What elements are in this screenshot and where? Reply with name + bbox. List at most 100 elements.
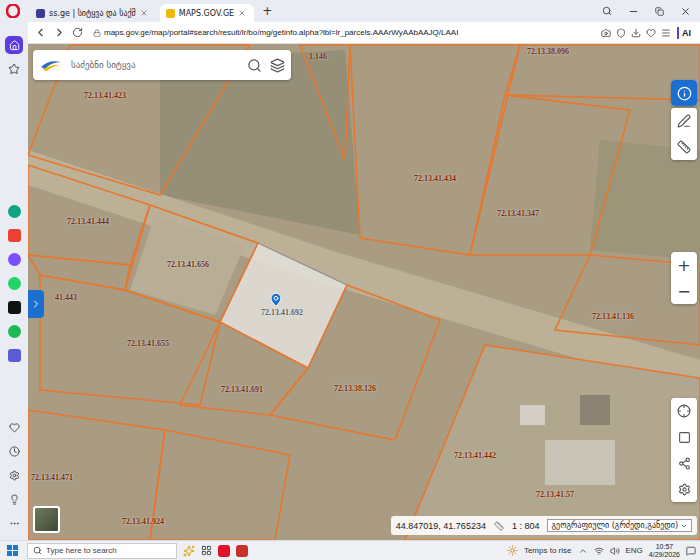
parcel-boundary[interactable]	[28, 165, 150, 265]
wps-taskbar-button[interactable]	[236, 545, 248, 557]
sidebar-item[interactable]	[5, 226, 23, 244]
area-icon	[678, 431, 691, 444]
task-view-button[interactable]	[201, 545, 212, 556]
network-button[interactable]	[594, 546, 604, 556]
tab-search-button[interactable]	[596, 6, 618, 16]
back-button[interactable]	[34, 26, 47, 39]
tray-expand-button[interactable]	[578, 546, 588, 556]
restore-icon	[655, 7, 664, 16]
sidebar-item[interactable]	[5, 274, 23, 292]
browser-tab[interactable]: MAPS.GOV.GE	[160, 4, 254, 22]
clock[interactable]: 10:574/29/2026	[649, 543, 680, 559]
map-tool-group	[671, 108, 697, 160]
parcel-boundary[interactable]	[300, 45, 350, 160]
locate-button[interactable]	[671, 398, 697, 424]
coordinates: 44.847019, 41.765234	[396, 521, 486, 531]
parcel-boundary[interactable]	[28, 410, 165, 540]
panel-toggle[interactable]	[28, 290, 44, 318]
settings-button[interactable]	[671, 476, 697, 502]
chevron-right-icon	[30, 298, 42, 310]
reload-button[interactable]	[72, 27, 83, 38]
notifications-button[interactable]	[686, 546, 696, 556]
sidebar-item[interactable]	[5, 36, 23, 54]
sidebar-item[interactable]	[5, 322, 23, 340]
settings-button[interactable]	[5, 466, 23, 484]
parcel-boundary[interactable]	[350, 45, 520, 255]
parcel-boundary[interactable]	[28, 255, 130, 290]
map[interactable]: 1.14672.13.41.42372.13.38.09672.13.41.43…	[28, 44, 700, 540]
parcel-label: 72.13.41.924	[122, 517, 164, 526]
share-icon	[678, 457, 691, 470]
gear-icon	[678, 483, 691, 496]
wifi-icon	[594, 546, 604, 556]
close-tab-icon[interactable]	[238, 9, 246, 17]
close-button[interactable]	[674, 6, 696, 17]
zoom-out-button[interactable]: −	[671, 278, 697, 304]
sidebar-item[interactable]	[5, 60, 23, 78]
map-tool-button[interactable]	[671, 134, 697, 160]
parcel-boundary[interactable]	[150, 430, 290, 540]
star-icon	[8, 63, 20, 75]
minimize-button[interactable]	[622, 6, 644, 17]
download-icon[interactable]	[631, 28, 641, 38]
search-box[interactable]: საძებნი სიტყვა	[33, 50, 291, 80]
forward-button[interactable]	[53, 26, 66, 39]
search-icon	[33, 546, 42, 555]
map-tool-button[interactable]	[671, 80, 697, 106]
opera-logo[interactable]	[0, 4, 26, 18]
more-button[interactable]	[5, 514, 23, 532]
tab-label: MAPS.GOV.GE	[179, 9, 234, 18]
parcel-boundary[interactable]	[470, 95, 630, 255]
opera-icon	[218, 545, 230, 557]
tips-button[interactable]	[5, 490, 23, 508]
measure-area-button[interactable]	[671, 424, 697, 450]
player-icon	[8, 349, 21, 362]
sidebar-item[interactable]	[5, 298, 23, 316]
parcel-boundary[interactable]	[125, 205, 258, 322]
parcel-label: 72.13.41.442	[454, 451, 496, 460]
search-placeholder: საძებნი სიტყვა	[71, 60, 239, 70]
search-button[interactable]	[247, 58, 262, 73]
search-icon	[247, 58, 262, 73]
browser-tab[interactable]: ss.ge | სიტყვა და საქმ	[30, 4, 156, 22]
opera-taskbar-button[interactable]	[218, 545, 230, 557]
sidebar-item[interactable]	[5, 250, 23, 268]
minimize-icon	[628, 6, 639, 17]
tab-bar: ss.ge | სიტყვა და საქმ MAPS.GOV.GE +	[0, 0, 700, 22]
menu-icon[interactable]	[661, 28, 671, 38]
sidebar-item[interactable]	[5, 346, 23, 364]
info-icon	[677, 86, 692, 101]
parcel-label: 72.13.41.471	[31, 473, 73, 482]
favorites-button[interactable]	[5, 418, 23, 436]
parcel-label: 72.13.41.692	[261, 308, 303, 317]
parcel-label: 72.13.41.691	[221, 385, 263, 394]
map-tool-button[interactable]	[671, 108, 697, 134]
new-tab-button[interactable]: +	[258, 5, 276, 17]
url-field[interactable]: maps.gov.ge/map/portal#search/result/lr/…	[89, 28, 595, 37]
share-button[interactable]	[671, 450, 697, 476]
copilot-button[interactable]	[183, 545, 195, 557]
basemap-switcher[interactable]	[33, 506, 60, 533]
zoom-in-button[interactable]: +	[671, 252, 697, 278]
taskbar-search[interactable]: Type here to search	[27, 543, 177, 559]
shield-icon[interactable]	[616, 28, 626, 38]
volume-button[interactable]	[610, 546, 620, 556]
heart-icon[interactable]	[646, 28, 656, 38]
start-button[interactable]	[4, 545, 21, 556]
parcel-boundary[interactable]	[405, 345, 700, 540]
projection-select[interactable]: გეოგრაფიული (გრძედი,განედი)	[547, 519, 692, 532]
ai-button[interactable]: AI	[677, 27, 694, 39]
restore-button[interactable]	[648, 7, 670, 16]
history-button[interactable]	[5, 442, 23, 460]
close-tab-icon[interactable]	[140, 9, 148, 17]
sidebar-item[interactable]	[5, 202, 23, 220]
language-indicator[interactable]: ENG	[626, 546, 643, 555]
weather-text[interactable]: Temps to rise	[524, 546, 572, 555]
crosshair-icon	[677, 404, 691, 418]
snapshot-icon[interactable]	[601, 28, 611, 38]
parcel-boundary[interactable]	[180, 322, 308, 415]
parcel-boundary[interactable]	[40, 275, 220, 405]
parcel-label: 72.13.38.126	[334, 384, 376, 393]
layers-button[interactable]	[270, 58, 285, 73]
tiktok-icon	[8, 301, 21, 314]
